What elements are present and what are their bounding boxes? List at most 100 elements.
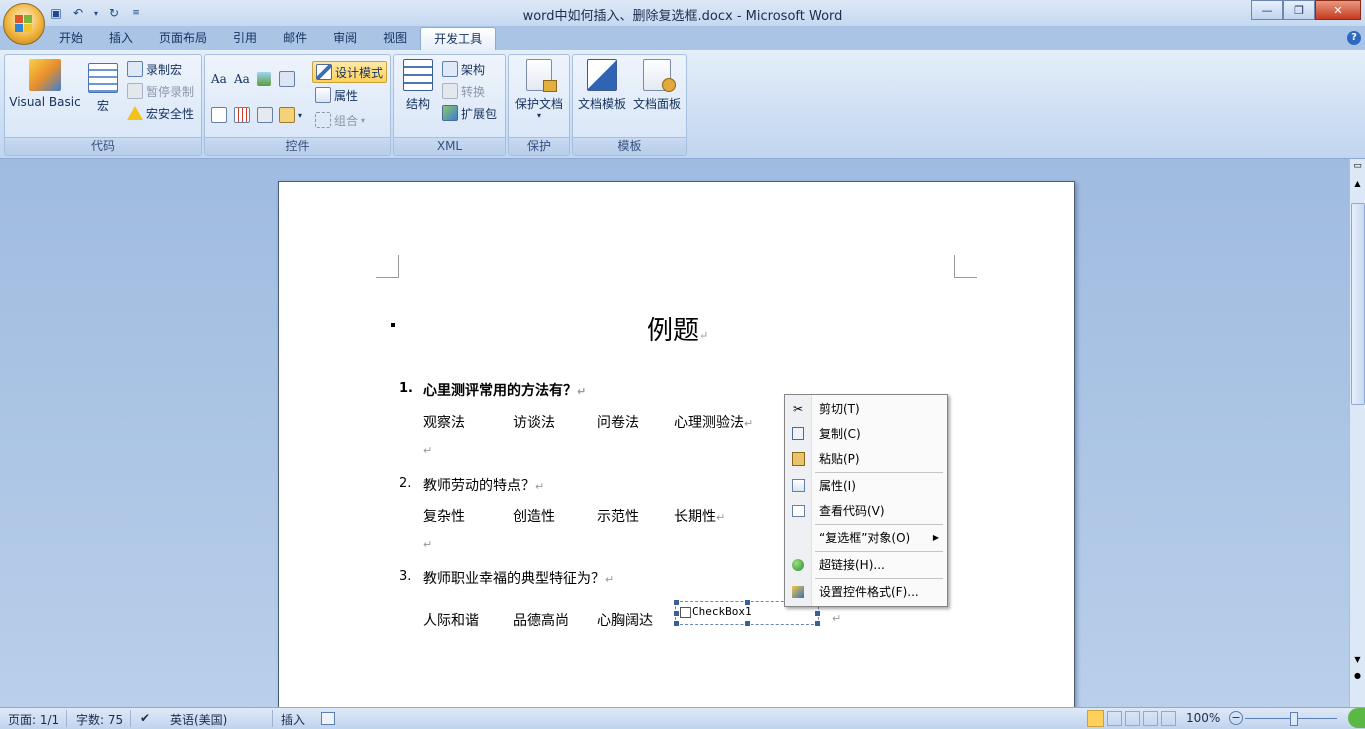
- copy-icon: [785, 427, 811, 440]
- record-macro-icon: [127, 61, 143, 77]
- tab-view[interactable]: 视图: [370, 27, 420, 50]
- expansion-pack-button[interactable]: 扩展包: [442, 103, 497, 123]
- menu-item-properties[interactable]: 属性(I): [785, 473, 947, 498]
- date-picker-button[interactable]: [234, 105, 250, 125]
- group-protect: 保护文档 ▾ 保护: [508, 54, 570, 156]
- menu-item-view-code[interactable]: 查看代码(V): [785, 498, 947, 523]
- picture-control-button[interactable]: [257, 69, 271, 89]
- tab-review[interactable]: 审阅: [320, 27, 370, 50]
- restore-button[interactable]: ❐: [1283, 0, 1315, 20]
- paste-icon: [785, 451, 811, 466]
- macro-security-button[interactable]: 宏安全性: [127, 103, 194, 123]
- document-title-text: 例题: [647, 316, 700, 346]
- resize-handle[interactable]: [673, 610, 680, 617]
- menu-item-format-control[interactable]: 设置控件格式(F)...: [785, 579, 947, 604]
- format-control-icon: [785, 585, 811, 598]
- menu-item-checkbox-object[interactable]: “复选框”对象(O) ▶: [785, 525, 947, 550]
- legacy-forms-button[interactable]: ▾: [279, 105, 302, 125]
- resize-handle[interactable]: [744, 599, 751, 606]
- design-mode-label: 设计模式: [335, 65, 384, 80]
- resize-handle[interactable]: [814, 620, 821, 627]
- menu-item-cut[interactable]: ✂ 剪切(T): [785, 396, 947, 421]
- document-page[interactable]: 例题↵ 1. 心里测评常用的方法有？↵ 观察法 访谈法 问卷法 心理测验法↵ ↵…: [278, 181, 1075, 723]
- minimize-button[interactable]: —: [1251, 0, 1283, 20]
- proofing-icon[interactable]: ✔: [140, 711, 150, 725]
- q2-option-4: 长期性↵: [674, 506, 725, 526]
- tab-home[interactable]: 开始: [46, 27, 96, 50]
- structure-button[interactable]: 结构: [398, 59, 438, 112]
- zoom-slider-thumb[interactable]: [1290, 712, 1298, 726]
- resize-handle[interactable]: [744, 620, 751, 627]
- close-button[interactable]: ✕: [1315, 0, 1361, 20]
- web-layout-icon[interactable]: [1125, 711, 1140, 726]
- zoom-out-icon[interactable]: −: [1229, 711, 1243, 725]
- status-divider: [272, 710, 273, 727]
- menu-item-copy[interactable]: 复制(C): [785, 421, 947, 446]
- protect-document-button[interactable]: 保护文档 ▾: [511, 59, 567, 120]
- tab-references[interactable]: 引用: [220, 27, 270, 50]
- q1-option-1: 观察法: [423, 415, 465, 431]
- tab-insert[interactable]: 插入: [96, 27, 146, 50]
- outline-view-icon[interactable]: [1143, 711, 1158, 726]
- transform-label: 转换: [461, 84, 486, 99]
- menu-item-hyperlink[interactable]: 超链接(H)...: [785, 552, 947, 577]
- word-count[interactable]: 字数: 75: [76, 711, 123, 728]
- question-2-number: 2.: [399, 476, 412, 491]
- page-indicator[interactable]: 页面: 1/1: [8, 711, 59, 728]
- q3-option-1: 人际和谐: [423, 613, 479, 629]
- resize-handle[interactable]: [673, 620, 680, 627]
- transform-button[interactable]: 转换: [442, 81, 485, 101]
- redo-icon[interactable]: ↻: [106, 5, 122, 21]
- scroll-down-icon[interactable]: ▼: [1352, 655, 1363, 667]
- empty-paragraph-mark: ↵: [423, 444, 433, 457]
- resize-handle[interactable]: [673, 599, 680, 606]
- undo-dropdown-icon[interactable]: ▾: [92, 5, 100, 21]
- resize-handle[interactable]: [814, 610, 821, 617]
- legacy-tools-button[interactable]: [257, 105, 273, 125]
- save-icon[interactable]: ▣: [48, 5, 64, 21]
- tab-page-layout[interactable]: 页面布局: [146, 27, 220, 50]
- properties-button[interactable]: 属性: [315, 85, 358, 105]
- schema-button[interactable]: 架构: [442, 59, 485, 79]
- scroll-up-icon[interactable]: ▲: [1352, 179, 1363, 191]
- group-controls: Aa Aa ▾ 设计模式 属性 组合 ▾ 控件: [204, 54, 391, 156]
- date-picker-icon: [234, 107, 250, 123]
- group-button[interactable]: 组合 ▾: [315, 110, 365, 130]
- zoom-level[interactable]: 100%: [1186, 711, 1220, 725]
- undo-icon[interactable]: ↶: [70, 5, 86, 21]
- record-macro-button[interactable]: 录制宏: [127, 59, 182, 79]
- checkbox-square[interactable]: [680, 607, 691, 618]
- macro-record-icon[interactable]: [321, 712, 335, 725]
- select-browse-object-icon[interactable]: ●: [1352, 671, 1363, 683]
- paragraph-mark: ↵: [699, 329, 709, 342]
- document-panel-button[interactable]: 文档面板: [629, 59, 685, 112]
- design-mode-button[interactable]: 设计模式: [312, 61, 388, 83]
- insert-mode-indicator[interactable]: 插入: [281, 711, 305, 728]
- full-screen-reading-icon[interactable]: [1107, 711, 1122, 726]
- macro-button[interactable]: 宏: [85, 59, 121, 114]
- language-indicator[interactable]: 英语(美国): [170, 711, 227, 728]
- ruler-toggle-icon[interactable]: ▭: [1352, 161, 1363, 175]
- combo-box-button[interactable]: [211, 105, 227, 125]
- building-block-button[interactable]: [279, 69, 295, 89]
- q2-option-4-text: 长期性: [674, 509, 716, 525]
- rich-text-control-button[interactable]: Aa: [211, 69, 227, 89]
- menu-item-paste[interactable]: 粘贴(P): [785, 446, 947, 471]
- customize-qat-icon[interactable]: ≡: [128, 5, 144, 21]
- scroll-thumb[interactable]: [1351, 203, 1365, 405]
- office-button[interactable]: [3, 3, 45, 45]
- visual-basic-button[interactable]: Visual Basic: [9, 59, 81, 109]
- group-xml-caption: XML: [394, 137, 505, 155]
- tab-developer[interactable]: 开发工具: [420, 27, 497, 51]
- print-layout-view-icon[interactable]: [1087, 710, 1104, 727]
- office-logo-icon: [15, 15, 33, 33]
- text-control-button[interactable]: Aa: [234, 69, 250, 89]
- paragraph-mark: ↵: [832, 612, 842, 625]
- group-label: 组合: [334, 113, 359, 128]
- tab-mailings[interactable]: 邮件: [270, 27, 320, 50]
- help-icon[interactable]: ?: [1347, 31, 1361, 45]
- group-controls-caption: 控件: [205, 137, 390, 155]
- document-template-button[interactable]: 文档模板: [575, 59, 629, 112]
- draft-view-icon[interactable]: [1161, 711, 1176, 726]
- pause-record-button[interactable]: 暂停录制: [127, 81, 194, 101]
